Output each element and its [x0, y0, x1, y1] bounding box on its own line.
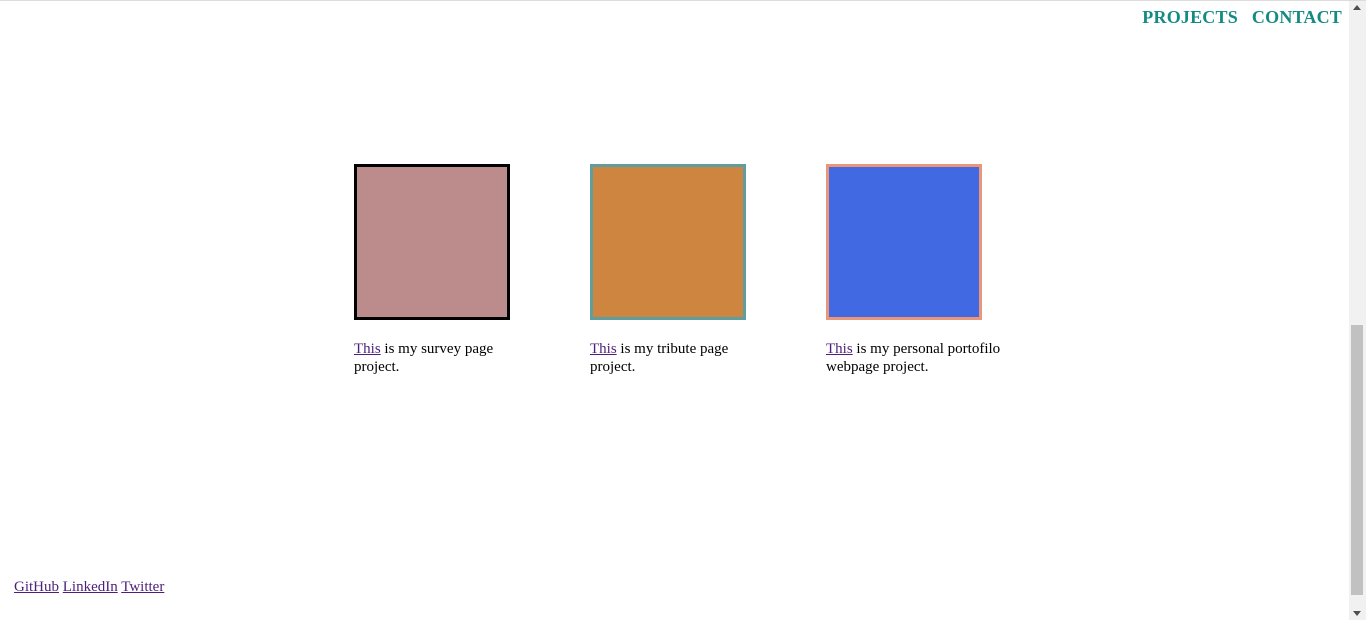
project-caption-survey: This is my survey page project. — [354, 340, 534, 376]
project-link-tribute[interactable]: This — [590, 341, 617, 357]
nav-contact-link[interactable]: CONTACT — [1252, 7, 1342, 28]
project-thumbnail-survey[interactable] — [354, 164, 510, 320]
linkedin-link[interactable]: LinkedIn — [63, 579, 118, 595]
project-link-survey[interactable]: This — [354, 341, 381, 357]
project-thumbnail-portfolio[interactable] — [826, 164, 982, 320]
footer-links: GitHub LinkedIn Twitter — [14, 579, 164, 596]
project-card-tribute: This is my tribute page project. — [590, 164, 770, 376]
project-card-portfolio: This is my personal portofilo webpage pr… — [826, 164, 1004, 376]
project-thumbnail-tribute[interactable] — [590, 164, 746, 320]
twitter-link[interactable]: Twitter — [121, 579, 164, 595]
project-caption-portfolio: This is my personal portofilo webpage pr… — [826, 340, 1004, 376]
project-caption-tribute: This is my tribute page project. — [590, 340, 770, 376]
project-card-survey: This is my survey page project. — [354, 164, 534, 376]
scrollbar-thumb[interactable] — [1351, 325, 1363, 595]
project-description-portfolio: is my personal portofilo webpage project… — [826, 341, 1001, 375]
vertical-scrollbar[interactable] — [1349, 1, 1366, 620]
top-nav: PROJECTS CONTACT — [1142, 7, 1342, 28]
content-area: PROJECTS CONTACT This is my survey page … — [0, 1, 1349, 620]
nav-projects-link[interactable]: PROJECTS — [1142, 7, 1238, 28]
github-link[interactable]: GitHub — [14, 579, 59, 595]
scroll-down-arrow-icon[interactable] — [1353, 611, 1361, 616]
project-link-portfolio[interactable]: This — [826, 341, 853, 357]
page: PROJECTS CONTACT This is my survey page … — [0, 0, 1366, 620]
scroll-up-arrow-icon[interactable] — [1353, 5, 1361, 10]
